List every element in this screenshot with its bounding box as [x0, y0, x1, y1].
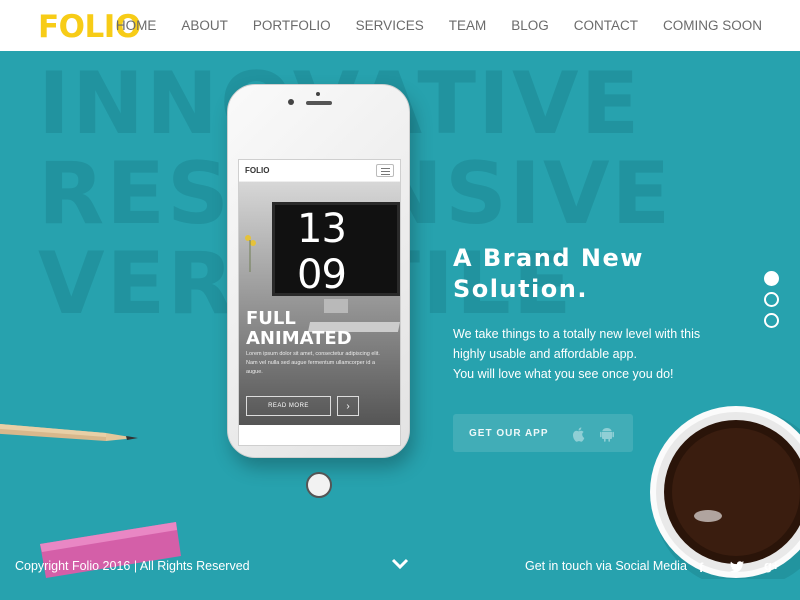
main-nav: HOME ABOUT PORTFOLIO SERVICES TEAM BLOG … — [116, 0, 762, 51]
phone-camera — [288, 99, 294, 105]
mini-body-text: Lorem ipsum dolor sit amet, consectetur … — [246, 351, 380, 375]
hero-description: We take things to a totally new level wi… — [453, 324, 700, 384]
mini-title: FULL ANIMATED — [246, 309, 352, 349]
nav-item-home[interactable]: HOME — [116, 18, 157, 33]
phone-speaker — [306, 101, 332, 105]
site-header: FOLIO HOME ABOUT PORTFOLIO SERVICES TEAM… — [0, 0, 800, 51]
slider-dot-2[interactable] — [764, 292, 779, 307]
nav-item-coming-soon[interactable]: COMING SOON — [663, 18, 762, 33]
mini-header: FOLIO — [239, 160, 400, 182]
description-line: highly usable and affordable app. — [453, 347, 637, 361]
hamburger-icon[interactable] — [376, 164, 394, 177]
phone-home-button — [306, 472, 332, 498]
phone-mockup: FOLIO 13 09 FULL ANIMATED Lorem ipsum do… — [227, 84, 410, 498]
slider-dot-3[interactable] — [764, 313, 779, 328]
mini-title-line: ANIMATED — [246, 328, 352, 349]
headline-line: Solution. — [453, 275, 588, 303]
nav-item-blog[interactable]: BLOG — [511, 18, 549, 33]
mini-title-line: FULL — [246, 308, 296, 329]
nav-item-team[interactable]: TEAM — [449, 18, 487, 33]
hero-headline: A Brand New Solution. — [453, 243, 644, 305]
get-app-label: GET OUR APP — [469, 427, 549, 439]
apple-icon — [572, 427, 585, 442]
phone-sensor — [316, 92, 320, 96]
phone-screen: FOLIO 13 09 FULL ANIMATED Lorem ipsum do… — [238, 159, 401, 446]
coffee-cup-image — [650, 406, 800, 579]
slider-dot-1[interactable] — [764, 271, 779, 286]
description-line: We take things to a totally new level wi… — [453, 327, 701, 341]
chevron-down-icon[interactable] — [390, 556, 410, 572]
get-app-button[interactable]: GET OUR APP — [453, 414, 633, 452]
mini-hero-image: 13 09 FULL ANIMATED Lorem ipsum dolor si… — [239, 182, 400, 425]
google-plus-icon[interactable]: g+ — [764, 558, 780, 573]
twitter-icon[interactable] — [730, 561, 744, 573]
chevron-right-icon[interactable]: › — [337, 396, 359, 416]
headline-line: A Brand New — [453, 244, 644, 272]
nav-item-portfolio[interactable]: PORTFOLIO — [253, 18, 331, 33]
nav-item-about[interactable]: ABOUT — [181, 18, 228, 33]
mini-read-more-button[interactable]: READ MORE — [246, 396, 331, 416]
nav-item-contact[interactable]: CONTACT — [574, 18, 638, 33]
hero-section: INNOVATIVE RESPONSIVE VERSATILE FOLIO — [0, 51, 800, 600]
facebook-icon[interactable]: f — [699, 560, 703, 575]
copyright-text: Copyright Folio 2016 | All Rights Reserv… — [15, 559, 250, 573]
plant-icon — [245, 235, 256, 272]
description-line: You will love what you see once you do! — [453, 367, 674, 381]
nav-item-services[interactable]: SERVICES — [356, 18, 424, 33]
mini-clock: 13 09 — [297, 206, 347, 298]
mini-logo: FOLIO — [245, 166, 270, 175]
social-text: Get in touch via Social Media — [525, 559, 687, 573]
android-icon — [600, 428, 614, 442]
pencil-image — [0, 424, 138, 441]
